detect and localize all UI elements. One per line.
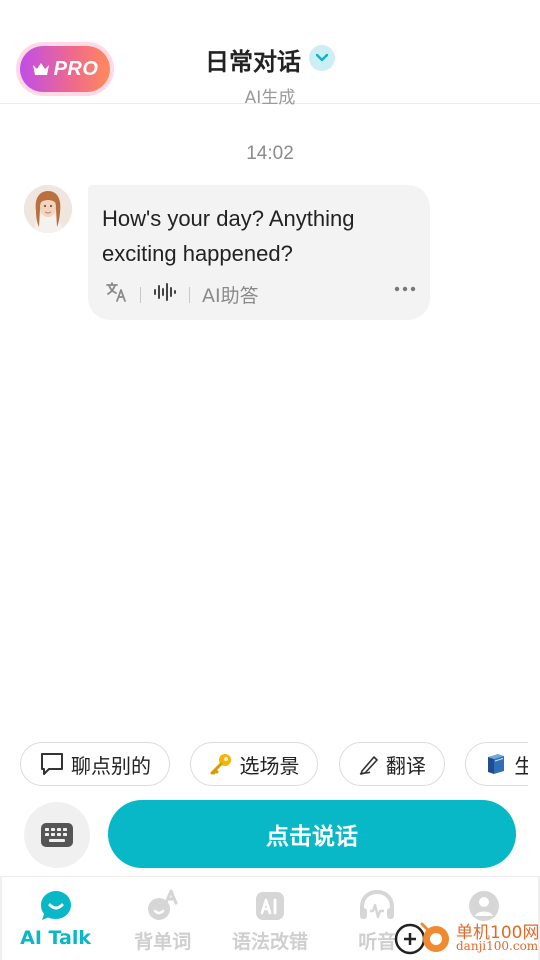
- chip-label: 选场景: [239, 753, 300, 778]
- chip-vocab[interactable]: 生: [465, 742, 528, 786]
- audio-wave-icon[interactable]: [153, 282, 177, 307]
- tab-label: 语法改错: [232, 931, 309, 953]
- tab-grammar[interactable]: 语法改错: [216, 877, 323, 960]
- chip-label: 生: [514, 753, 528, 778]
- chip-label: 翻译: [385, 753, 426, 778]
- grammar-icon: [256, 892, 284, 920]
- pen-icon: [359, 756, 378, 775]
- title-area: 日常对话 AI生成: [0, 42, 540, 108]
- suggestion-chips: 聊点别的 选场景 翻译 生: [20, 742, 528, 788]
- headphones-icon: [360, 889, 395, 919]
- chip-translate[interactable]: 翻译: [338, 742, 445, 786]
- header: PRO 日常对话 AI生成: [0, 0, 540, 108]
- tab-label: AI Talk: [20, 927, 92, 949]
- tap-to-speak-button[interactable]: 点击说话: [108, 800, 516, 868]
- watermark: 单机100网 danji100.com: [394, 918, 540, 960]
- keyboard-toggle-button[interactable]: [24, 802, 90, 868]
- watermark-logo-icon: [394, 922, 449, 955]
- watermark-url: danji100.com: [456, 939, 539, 953]
- message-timestamp: 14:02: [246, 143, 294, 164]
- message-text-line-2: exciting happened?: [102, 241, 293, 266]
- chip-choose-scene[interactable]: 选场景: [190, 742, 319, 786]
- keyboard-icon: [41, 823, 73, 847]
- key-icon: [210, 754, 232, 775]
- message-text-line-1: How's your day? Anything: [102, 206, 355, 231]
- tab-ai-talk[interactable]: AI Talk: [2, 877, 109, 960]
- ai-answer-button[interactable]: AI助答: [202, 281, 259, 308]
- chip-chat-else[interactable]: 聊点别的: [20, 742, 170, 786]
- message-actions: AI助答: [106, 281, 259, 308]
- scene-selector[interactable]: 日常对话: [205, 42, 335, 77]
- chevron-down-icon[interactable]: [309, 44, 335, 71]
- divider: [140, 286, 141, 303]
- book-icon: [488, 754, 505, 774]
- translate-icon[interactable]: [106, 282, 128, 307]
- avatar[interactable]: [24, 185, 72, 233]
- divider: [189, 286, 190, 303]
- vocab-icon: [147, 889, 178, 920]
- page-subtitle: AI生成: [244, 88, 296, 108]
- message-bubble[interactable]: How's your day? Anything exciting happen…: [88, 185, 430, 320]
- tab-label: 听音: [358, 931, 397, 953]
- page-title: 日常对话: [205, 48, 301, 76]
- tab-label: 背单词: [134, 931, 192, 953]
- tab-vocab[interactable]: 背单词: [109, 877, 216, 960]
- speech-bubble-icon: [41, 753, 63, 775]
- chip-label: 聊点别的: [71, 753, 151, 778]
- ai-talk-icon: [40, 891, 71, 920]
- more-icon[interactable]: [394, 285, 416, 293]
